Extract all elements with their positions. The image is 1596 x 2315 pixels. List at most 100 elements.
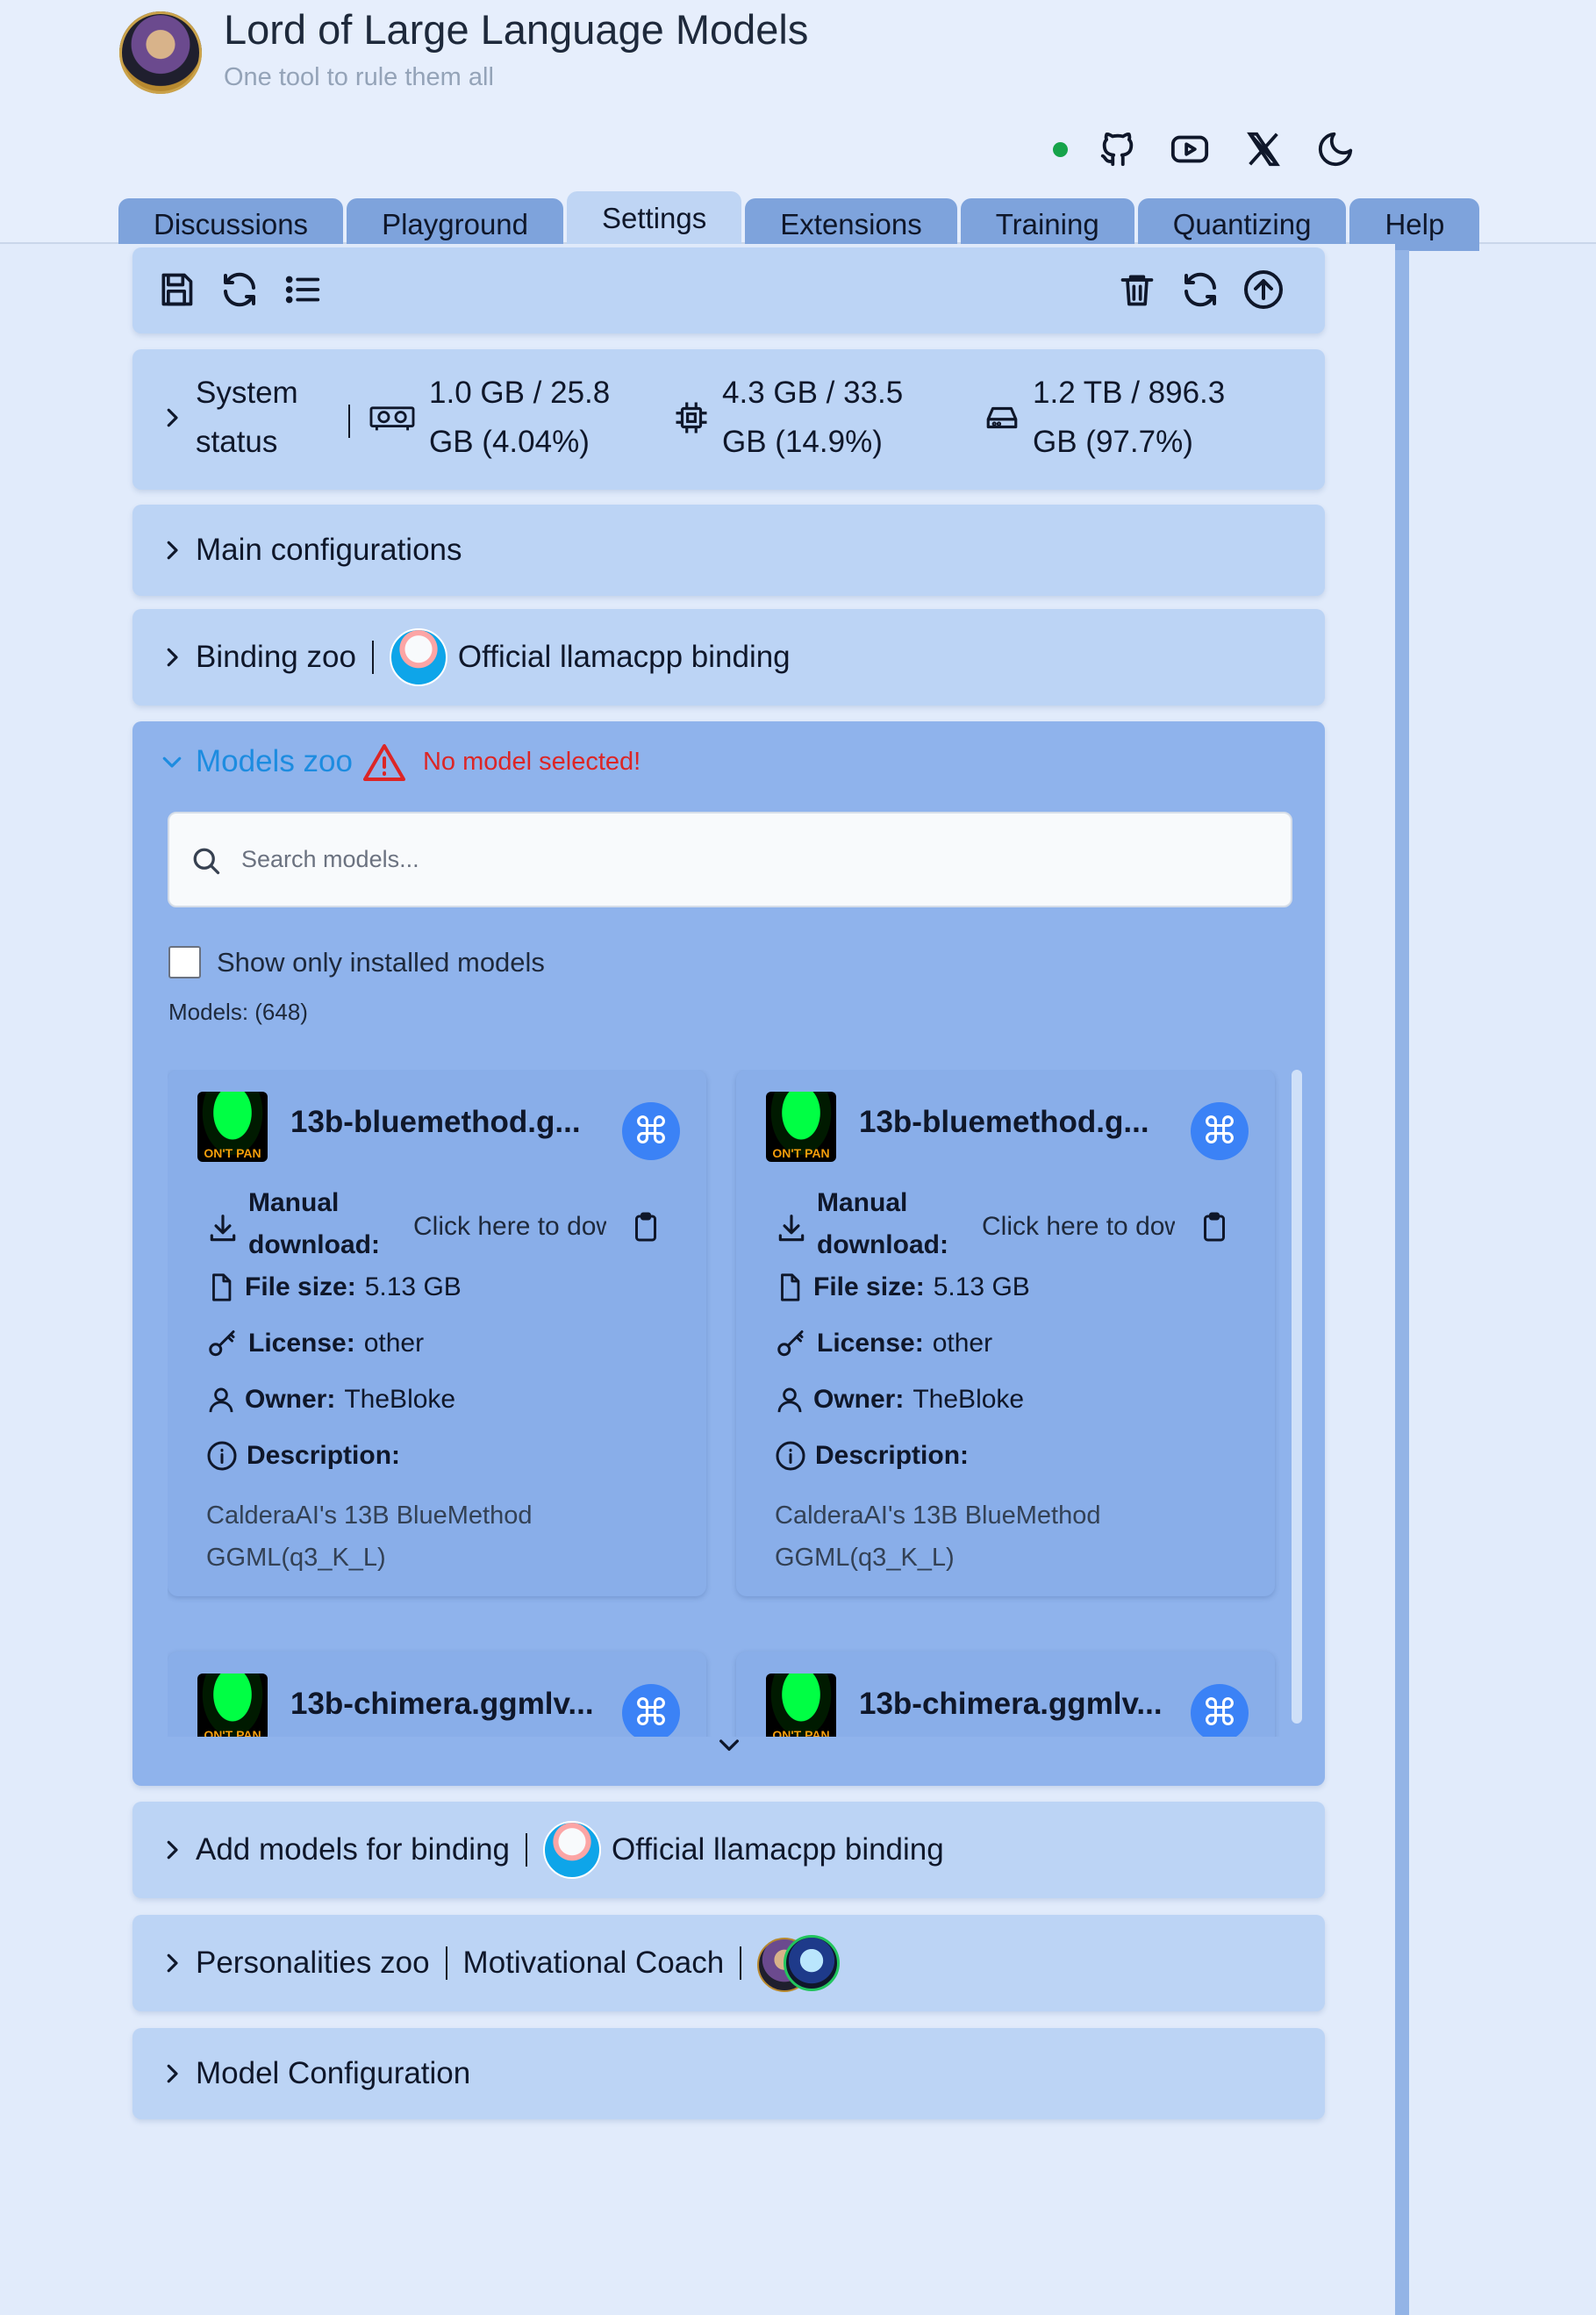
show-installed-checkbox[interactable] — [168, 946, 201, 978]
search-icon — [193, 848, 220, 875]
key-icon — [777, 1330, 804, 1357]
tab-training[interactable]: Training — [960, 198, 1134, 251]
manual-download-label: Manual download: — [248, 1188, 380, 1259]
model-card[interactable]: 13b-bluemethod.g... ⌘ Manual download: C… — [168, 1070, 706, 1596]
description-text: CalderaAI's 13B BlueMethod GGML(q3_K_L) — [775, 1502, 1101, 1572]
download-icon — [210, 1215, 236, 1242]
cpu-icon — [676, 402, 707, 434]
tab-help[interactable]: Help — [1349, 198, 1480, 251]
system-status-label: System status — [196, 376, 298, 459]
separator — [445, 1946, 447, 1980]
models-grid-scrollbar[interactable] — [1292, 1070, 1302, 1724]
main-tabs: Discussions Playground Settings Extensio… — [118, 191, 1480, 251]
clipboard-icon[interactable] — [1199, 1210, 1230, 1244]
tab-playground[interactable]: Playground — [347, 198, 564, 251]
model-search-input[interactable] — [240, 840, 1252, 878]
manual-download-label: Manual download: — [817, 1188, 948, 1259]
file-size-value: 5.13 GB — [364, 1272, 462, 1301]
file-size-row: File size: 5.13 GB — [206, 1272, 462, 1303]
upload-icon[interactable] — [1242, 269, 1285, 311]
license-value: other — [932, 1329, 993, 1358]
add-models-label: Add models for binding — [196, 1832, 510, 1867]
save-icon[interactable] — [155, 269, 197, 311]
app-subtitle: One tool to rule them all — [224, 63, 494, 91]
page-scrollbar[interactable] — [1395, 250, 1409, 2315]
app-header: Lord of Large Language Models One tool t… — [0, 0, 1596, 251]
file-size-value: 5.13 GB — [933, 1272, 1030, 1301]
model-configuration-row[interactable]: Model Configuration — [132, 2028, 1325, 2119]
ram-status: 4.3 GB / 33.5 GB (14.9%) — [673, 369, 950, 467]
dark-mode-icon[interactable] — [1315, 129, 1356, 169]
model-name: 13b-chimera.ggmlv... — [859, 1687, 1163, 1721]
binding-name: Official llamacpp binding — [612, 1832, 944, 1867]
command-icon[interactable]: ⌘ — [622, 1102, 680, 1160]
models-zoo-header[interactable]: Models zoo No model selected! — [159, 742, 641, 781]
settings-toolbar — [132, 247, 1325, 333]
reload-icon[interactable] — [218, 269, 261, 311]
owner-row: Owner: TheBloke — [775, 1384, 1024, 1416]
model-card[interactable]: 13b-bluemethod.g... ⌘ Manual download: C… — [736, 1070, 1275, 1596]
description-label: Description: — [247, 1441, 401, 1470]
command-icon[interactable]: ⌘ — [1191, 1684, 1249, 1737]
model-search-box — [168, 812, 1292, 907]
chevron-down-icon[interactable] — [715, 1731, 743, 1759]
manual-download-link[interactable]: Click here to download — [982, 1212, 1175, 1242]
owner-label: Owner: — [813, 1385, 905, 1414]
license-value: other — [363, 1329, 425, 1358]
tab-settings[interactable]: Settings — [567, 191, 742, 251]
tab-discussions[interactable]: Discussions — [118, 198, 344, 251]
user-icon — [777, 1387, 802, 1413]
clipboard-icon[interactable] — [630, 1210, 662, 1244]
binding-zoo-label: Binding zoo — [196, 640, 356, 674]
tab-quantizing[interactable]: Quantizing — [1137, 198, 1347, 251]
disk-icon — [986, 406, 1018, 429]
warning-icon — [362, 744, 405, 781]
personalities-zoo-row[interactable]: Personalities zoo Motivational Coach — [132, 1915, 1325, 2011]
command-icon[interactable]: ⌘ — [622, 1684, 680, 1737]
license-label: License: — [248, 1329, 355, 1358]
command-icon[interactable]: ⌘ — [1191, 1102, 1249, 1160]
main-configurations-row[interactable]: Main configurations — [132, 505, 1325, 596]
youtube-icon[interactable] — [1168, 129, 1212, 169]
binding-avatar — [543, 1821, 601, 1879]
separator — [371, 641, 374, 674]
model-card[interactable]: 13b-chimera.ggmlv... ⌘ — [168, 1652, 706, 1737]
main-configurations-label: Main configurations — [196, 533, 462, 567]
system-status-row[interactable]: System status 1.0 GB / 25.8 GB (4.04%) 4… — [132, 349, 1325, 490]
model-configuration-label: Model Configuration — [196, 2056, 471, 2090]
owner-row: Owner: TheBloke — [206, 1384, 455, 1416]
models-grid: 13b-bluemethod.g... ⌘ Manual download: C… — [168, 1070, 1291, 1737]
license-row: License: other — [206, 1328, 424, 1359]
description-row: Description: — [206, 1440, 400, 1472]
personalities-zoo-label: Personalities zoo — [196, 1946, 430, 1980]
show-installed-toggle[interactable]: Show only installed models — [168, 946, 545, 978]
x-icon[interactable] — [1242, 129, 1285, 169]
key-icon — [209, 1330, 235, 1357]
owner-value: TheBloke — [344, 1385, 456, 1414]
license-label: License: — [817, 1329, 924, 1358]
model-card[interactable]: 13b-chimera.ggmlv... ⌘ — [736, 1652, 1275, 1737]
description-row: Description: — [775, 1440, 969, 1472]
connection-status-dot — [1053, 141, 1068, 157]
disk-status: 1.2 TB / 896.3 GB (97.7%) — [984, 369, 1270, 467]
models-zoo-title: Models zoo — [196, 744, 353, 778]
add-models-row[interactable]: Add models for binding Official llamacpp… — [132, 1802, 1325, 1898]
owner-value: TheBloke — [913, 1385, 1025, 1414]
file-size-label: File size: — [813, 1272, 925, 1301]
file-size-row: File size: 5.13 GB — [775, 1272, 1030, 1303]
model-name: 13b-chimera.ggmlv... — [290, 1687, 594, 1721]
info-icon — [776, 1441, 805, 1471]
binding-zoo-row[interactable]: Binding zoo Official llamacpp binding — [132, 609, 1325, 706]
tab-extensions[interactable]: Extensions — [745, 198, 957, 251]
user-icon — [209, 1387, 233, 1413]
github-icon[interactable] — [1098, 129, 1138, 169]
header-icons — [1053, 123, 1356, 176]
refresh-icon[interactable] — [1179, 269, 1221, 311]
chevron-right-icon — [167, 541, 178, 560]
manual-download-link[interactable]: Click here to download — [413, 1212, 606, 1242]
chevron-down-icon — [162, 756, 182, 768]
trash-icon[interactable] — [1116, 269, 1158, 311]
gpu-icon — [369, 406, 415, 431]
file-icon — [781, 1273, 800, 1301]
list-icon[interactable] — [282, 269, 324, 311]
